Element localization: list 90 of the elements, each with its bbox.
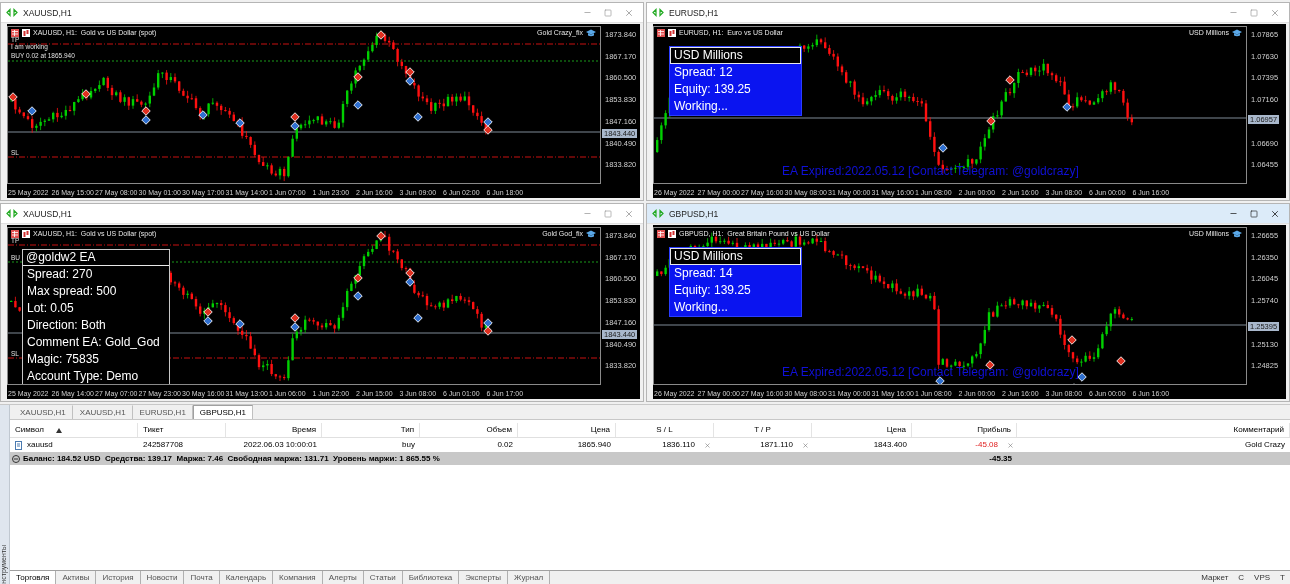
column-header[interactable]: Цена [812, 423, 912, 437]
terminal-tab[interactable]: Календарь [219, 571, 274, 584]
terminal-tab[interactable]: Компания [273, 571, 323, 584]
status-link[interactable]: VPS [1249, 573, 1276, 582]
chart-tab[interactable]: XAUUSD,H1 [72, 405, 133, 419]
chart-toolbar-icons[interactable] [11, 230, 30, 238]
graduation-cap-icon [1232, 230, 1242, 238]
chart-tab[interactable]: GBPUSD,H1 [192, 405, 254, 419]
table-cell-text: -45.08 [974, 439, 999, 451]
close-icon[interactable] [1270, 208, 1280, 219]
panel-title: @goldw2 EA [23, 250, 169, 266]
panel-line: Magic: 75835 [26, 351, 101, 368]
maximize-icon[interactable] [1250, 209, 1258, 218]
table-cell-text: 1865.940 [576, 439, 612, 451]
account-summary: Баланс: 184.52 USD Средства: 139.17 Маржа: 7.46 Свободная маржа: 131.71 Уровень маржи: 1 865.55 % [23, 454, 440, 463]
maximize-icon[interactable] [1250, 8, 1258, 17]
panel-line: Max spread: 500 [26, 283, 118, 300]
panel-line: Lot: 0.05 [26, 300, 75, 317]
panel-line: Account Type: Demo [26, 368, 140, 384]
window-title-bar[interactable]: XAUUSD,H1 [1, 3, 643, 23]
chart-tab[interactable]: EURUSD,H1 [132, 405, 193, 419]
terminal-tab[interactable]: Почта [184, 571, 220, 584]
column-header[interactable]: T / P [714, 423, 812, 437]
column-header[interactable]: Объем [420, 423, 518, 437]
window-title: XAUUSD,H1 [23, 208, 73, 219]
panel-title: USD Millions [670, 47, 801, 64]
table-cell-text: 1843.400 [872, 439, 908, 451]
terminal-tab[interactable]: Библиотека [402, 571, 460, 584]
status-link[interactable]: С [1233, 573, 1250, 582]
table-cell-text: Gold Crazy [1244, 439, 1286, 451]
terminal-tab[interactable]: Статьи [363, 571, 403, 584]
column-header[interactable]: Время [226, 423, 322, 437]
chart-toolbar-icons[interactable] [657, 230, 676, 238]
terminal-tab[interactable]: Торговля [10, 571, 57, 584]
window-title: EURUSD,H1 [669, 7, 720, 18]
table-cell-text: xauusd [27, 439, 53, 451]
column-header[interactable]: Тип [322, 423, 420, 437]
maximize-icon[interactable] [604, 209, 612, 218]
maximize-icon[interactable] [604, 8, 612, 17]
window-title-bar[interactable]: EURUSD,H1 [647, 3, 1289, 23]
expiry-notice: EA Expired:2022.05.12 [Contact Telegram: @goldcrazy] [782, 365, 1079, 379]
terminal-tab[interactable]: Активы [56, 571, 97, 584]
chart-window-icon [6, 8, 18, 17]
graduation-cap-icon [1232, 29, 1242, 37]
window-title: GBPUSD,H1 [669, 208, 720, 219]
column-header[interactable]: Символ [10, 423, 138, 437]
terminal-tab[interactable]: Алерты [322, 571, 364, 584]
panel-title: USD Millions [670, 248, 801, 265]
document-icon [15, 440, 22, 450]
terminal-tab[interactable]: Новости [140, 571, 185, 584]
chart-toolbar-icons[interactable] [11, 29, 30, 37]
graduation-cap-icon [586, 29, 596, 37]
terminal-tab[interactable]: История [96, 571, 141, 584]
table-cell-text: 0.02 [496, 439, 514, 451]
panel-line: Equity: 139.25 [673, 81, 752, 98]
panel-line: Direction: Both [26, 317, 107, 334]
column-header[interactable]: Цена [518, 423, 616, 437]
terminal-tab[interactable]: Эксперты [459, 571, 509, 584]
table-cell-text: 1836.110 [661, 439, 696, 451]
table-cell-text: 1871.110 [759, 439, 794, 451]
column-header[interactable]: S / L [616, 423, 714, 437]
window-title: XAUUSD,H1 [23, 7, 73, 18]
total-profit: -45.35 [988, 454, 1013, 463]
table-cell-text: buy [401, 439, 416, 451]
column-header[interactable]: Комментарий [1017, 423, 1290, 437]
column-header[interactable]: Тикет [138, 423, 226, 437]
column-header[interactable]: Прибыль [912, 423, 1017, 437]
panel-line: Spread: 12 [673, 64, 734, 81]
terminal-tab[interactable]: Журнал [508, 571, 551, 584]
panel-line: Working... [673, 98, 729, 115]
panel-line: Comment EA: Gold_God [26, 334, 161, 351]
panel-line: Spread: 270 [26, 266, 94, 283]
table-cell-text: 242587708 [142, 439, 185, 451]
collapse-icon[interactable] [12, 454, 20, 463]
window-title-bar[interactable]: XAUUSD,H1 [1, 204, 643, 224]
window-title-bar[interactable]: GBPUSD,H1 [647, 204, 1289, 224]
chart-window-icon [652, 209, 664, 218]
expiry-notice: EA Expired:2022.05.12 [Contact Telegram: @goldcrazy] [782, 164, 1079, 178]
status-link[interactable]: Т [1275, 573, 1290, 582]
panel-line: Working... [673, 299, 729, 316]
chart-window-icon [6, 209, 18, 218]
status-link[interactable]: Маркет [1196, 573, 1234, 582]
chart-tab[interactable]: XAUUSD,H1 [13, 405, 73, 419]
panel-line: Equity: 139.25 [673, 282, 752, 299]
chart-window-icon [652, 8, 664, 17]
graduation-cap-icon [586, 230, 596, 238]
sort-icon [55, 427, 62, 433]
table-cell-text: 2022.06.03 10:00:01 [242, 439, 318, 451]
panel-line: Spread: 14 [673, 265, 734, 282]
chart-toolbar-icons[interactable] [657, 29, 676, 37]
